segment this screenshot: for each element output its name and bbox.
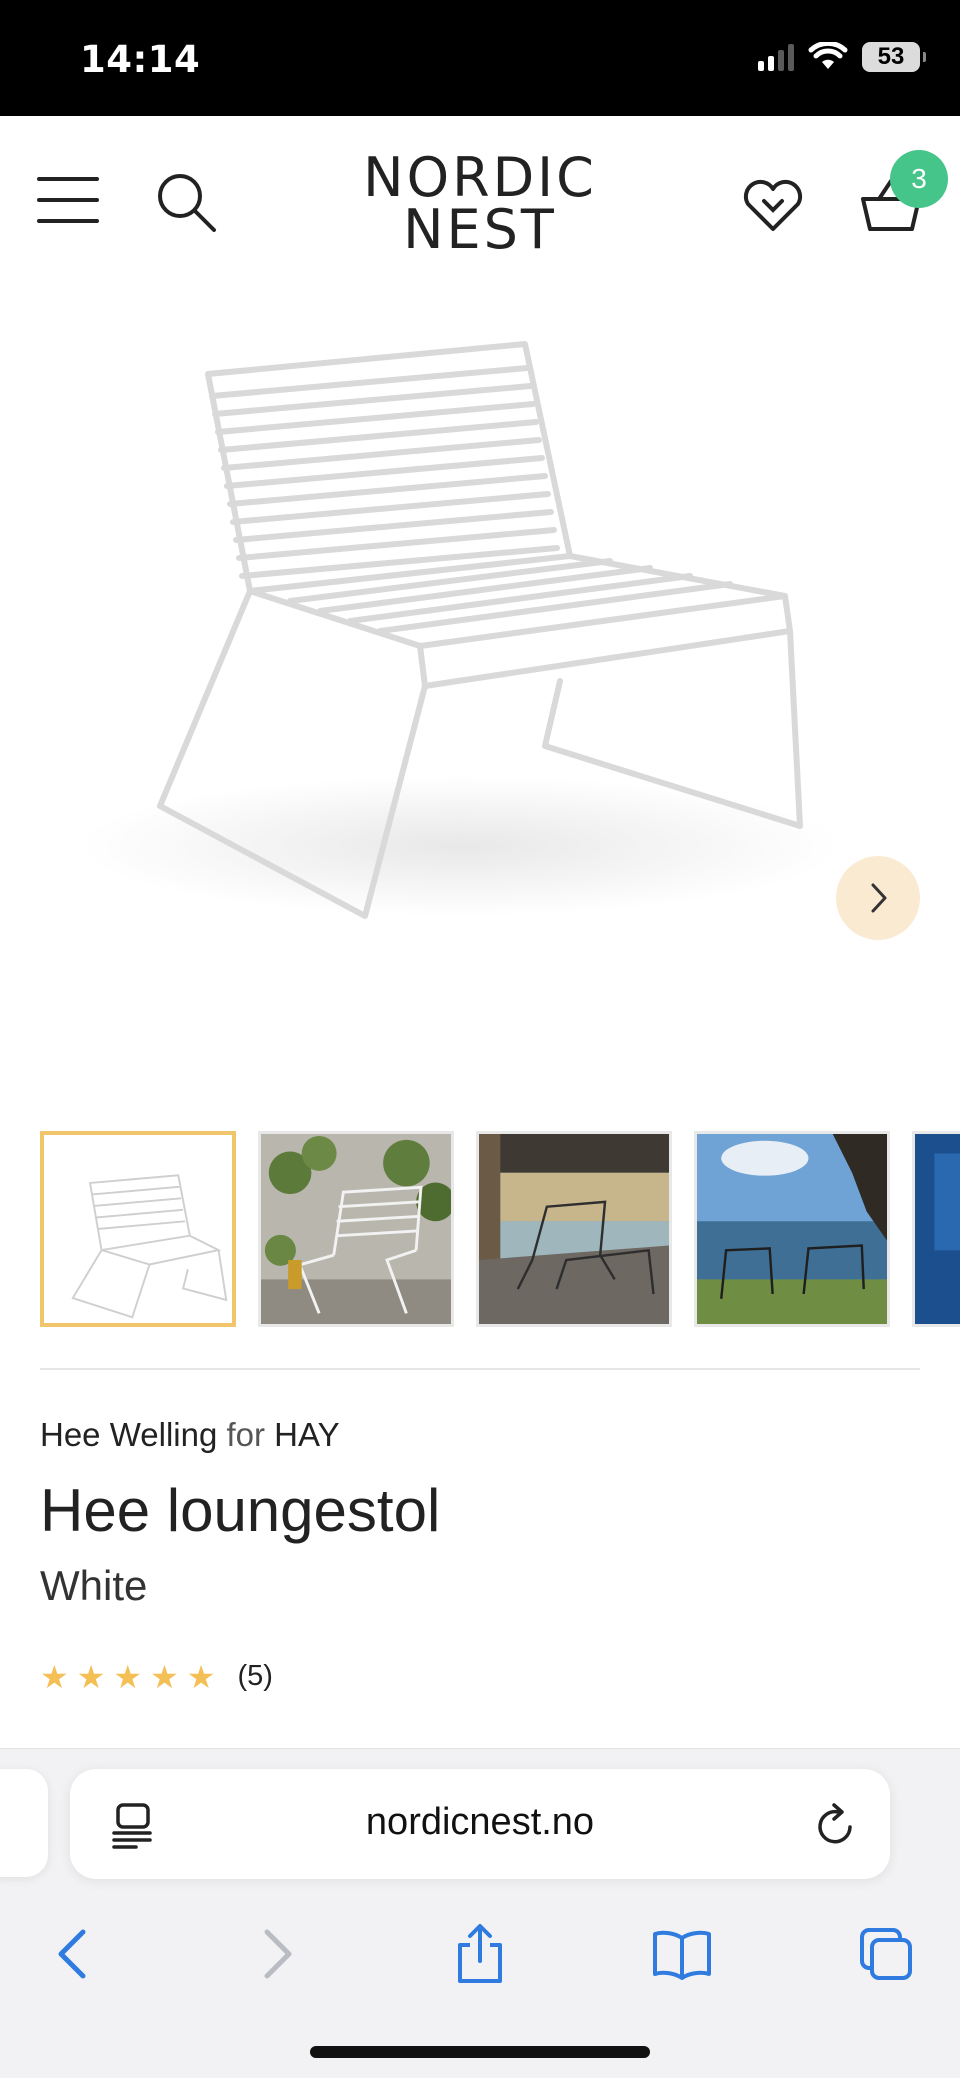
product-title: Hee loungestol bbox=[40, 1477, 441, 1544]
chevron-right-icon bbox=[871, 883, 887, 913]
thumbnail-image bbox=[915, 1134, 960, 1324]
browser-toolbar bbox=[0, 1909, 960, 1999]
thumbnail-4[interactable] bbox=[694, 1131, 890, 1327]
logo-line-1: NORDIC bbox=[363, 146, 597, 209]
thumbnail-strip[interactable] bbox=[40, 1131, 960, 1327]
forward-icon[interactable] bbox=[238, 1909, 318, 1999]
product-hero-image[interactable] bbox=[0, 286, 960, 1086]
brand-link[interactable]: HAY bbox=[274, 1416, 339, 1453]
home-indicator[interactable] bbox=[310, 2046, 650, 2058]
thumbnail-2[interactable] bbox=[258, 1131, 454, 1327]
star-icon: ★ bbox=[113, 1658, 143, 1695]
star-icon: ★ bbox=[186, 1658, 216, 1695]
thumbnail-1[interactable] bbox=[40, 1131, 236, 1327]
signal-icon bbox=[758, 43, 794, 71]
site-header: NORDIC NEST 3 bbox=[0, 116, 960, 286]
tabs-icon[interactable] bbox=[846, 1909, 926, 1999]
thumbnail-image bbox=[479, 1134, 669, 1324]
status-bar: 14:14 53 bbox=[0, 0, 960, 116]
thumbnail-3[interactable] bbox=[476, 1131, 672, 1327]
product-rating[interactable]: ★ ★ ★ ★ ★ (5) bbox=[40, 1660, 273, 1693]
designer-link[interactable]: Hee Welling bbox=[40, 1416, 217, 1453]
menu-icon[interactable] bbox=[36, 168, 100, 232]
section-divider bbox=[40, 1368, 920, 1370]
star-icon: ★ bbox=[40, 1658, 69, 1695]
thumbnail-image bbox=[44, 1135, 232, 1323]
site-logo[interactable]: NORDIC NEST bbox=[330, 146, 630, 261]
share-icon[interactable] bbox=[440, 1909, 520, 1999]
previous-tab-peek[interactable] bbox=[0, 1769, 48, 1877]
heart-icon[interactable] bbox=[738, 174, 808, 238]
star-icon: ★ bbox=[76, 1658, 106, 1695]
status-icons: 53 bbox=[758, 42, 926, 72]
status-time: 14:14 bbox=[80, 38, 201, 81]
cart-count-badge[interactable]: 3 bbox=[890, 150, 948, 208]
bookmarks-icon[interactable] bbox=[642, 1909, 722, 1999]
logo-line-2: NEST bbox=[403, 198, 557, 261]
wifi-icon bbox=[808, 42, 848, 69]
url-text[interactable]: nordicnest.no bbox=[70, 1801, 890, 1844]
battery-level: 53 bbox=[877, 43, 905, 70]
reload-icon[interactable] bbox=[814, 1801, 858, 1854]
review-count[interactable]: (5) bbox=[237, 1660, 272, 1693]
thumbnail-image bbox=[697, 1134, 887, 1324]
back-icon[interactable] bbox=[32, 1909, 112, 1999]
product-variant: White bbox=[40, 1562, 148, 1609]
designer-for-text: for bbox=[226, 1416, 265, 1453]
browser-bottom-bar: nordicnest.no bbox=[0, 1748, 960, 2078]
next-image-button[interactable] bbox=[836, 856, 920, 940]
search-icon[interactable] bbox=[150, 166, 222, 238]
thumbnail-image bbox=[261, 1134, 451, 1324]
battery-icon: 53 bbox=[862, 42, 926, 72]
thumbnail-5[interactable] bbox=[912, 1131, 960, 1327]
star-icon: ★ bbox=[150, 1658, 179, 1695]
address-bar[interactable]: nordicnest.no bbox=[70, 1769, 890, 1879]
chair-image bbox=[80, 341, 840, 919]
product-designer-line: Hee Welling for HAY bbox=[40, 1416, 340, 1454]
